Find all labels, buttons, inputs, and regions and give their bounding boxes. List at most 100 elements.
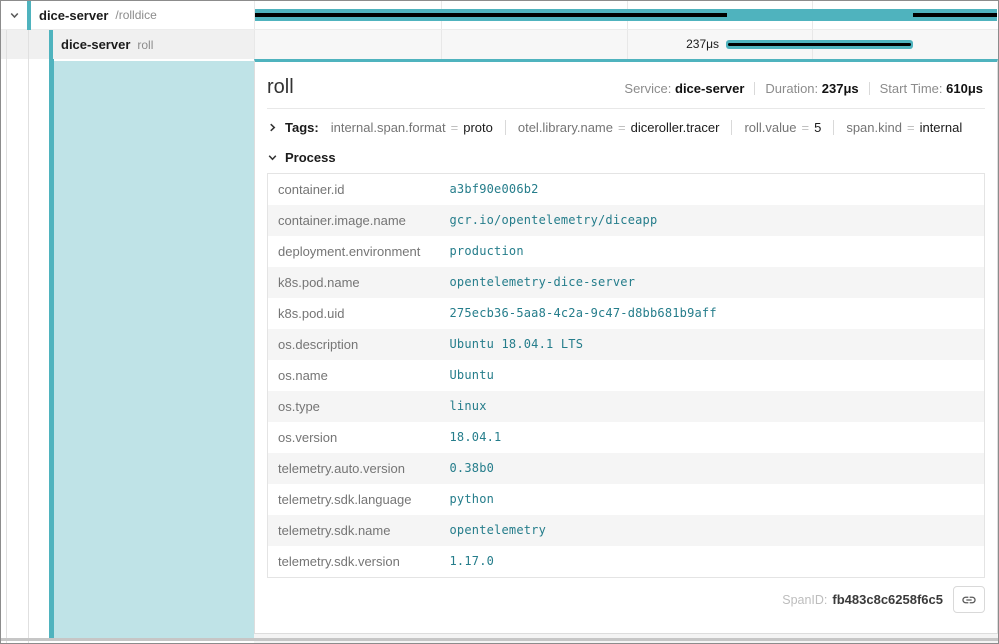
kv-value: opentelemetry-dice-server bbox=[440, 267, 985, 298]
span-row-rolldice[interactable]: dice-server /rolldice bbox=[1, 1, 998, 30]
timeline-row-root bbox=[254, 1, 998, 29]
start-time-label: Start Time: bbox=[880, 81, 943, 96]
tag-value: proto bbox=[463, 120, 493, 135]
table-row: os.version18.04.1 bbox=[268, 422, 985, 453]
table-row: k8s.pod.nameopentelemetry-dice-server bbox=[268, 267, 985, 298]
chevron-down-icon[interactable] bbox=[267, 152, 278, 163]
table-row: os.nameUbuntu bbox=[268, 360, 985, 391]
tags-label: Tags: bbox=[285, 120, 319, 135]
tag-equals: = bbox=[618, 120, 626, 135]
tag-key: roll.value bbox=[744, 120, 796, 135]
detail-header: roll Service: dice-server Duration: 237μs… bbox=[255, 62, 997, 99]
tag-separator bbox=[505, 120, 506, 135]
tag-key: otel.library.name bbox=[518, 120, 613, 135]
tag-equals: = bbox=[907, 120, 915, 135]
kv-value: Ubuntu bbox=[440, 360, 985, 391]
process-label: Process bbox=[285, 150, 336, 165]
tag-equals: = bbox=[802, 120, 810, 135]
duration-label: Duration: bbox=[765, 81, 818, 96]
timeline-row-child: 237μs bbox=[254, 30, 998, 59]
table-row: k8s.pod.uid275ecb36-5aa8-4c2a-9c47-d8bb6… bbox=[268, 298, 985, 329]
trace-detail-view: dice-server /rolldice dice-server roll 2… bbox=[0, 0, 999, 644]
table-row: telemetry.sdk.nameopentelemetry bbox=[268, 515, 985, 546]
indent-guide bbox=[6, 30, 7, 59]
tag-item: roll.value = 5 bbox=[744, 120, 821, 135]
kv-value: a3bf90e006b2 bbox=[440, 174, 985, 206]
service-value: dice-server bbox=[675, 81, 744, 96]
kv-key: os.description bbox=[268, 329, 440, 360]
spanid-label: SpanID: bbox=[782, 593, 827, 607]
table-row: os.descriptionUbuntu 18.04.1 LTS bbox=[268, 329, 985, 360]
tag-key: span.kind bbox=[846, 120, 902, 135]
service-label: Service: bbox=[624, 81, 671, 96]
operation-name: roll bbox=[137, 38, 153, 52]
collapse-chevron-icon[interactable] bbox=[9, 10, 20, 21]
duration-value: 237μs bbox=[822, 81, 859, 96]
kv-key: telemetry.sdk.version bbox=[268, 546, 440, 578]
process-kv-table: container.ida3bf90e006b2 container.image… bbox=[267, 173, 985, 578]
kv-value: 0.38b0 bbox=[440, 453, 985, 484]
separator bbox=[869, 82, 870, 95]
span-row-roll-selected[interactable]: dice-server roll 237μs bbox=[1, 30, 998, 59]
child-span-bar[interactable] bbox=[726, 40, 913, 49]
kv-value: gcr.io/opentelemetry/diceapp bbox=[440, 205, 985, 236]
kv-key: telemetry.auto.version bbox=[268, 453, 440, 484]
kv-key: deployment.environment bbox=[268, 236, 440, 267]
copy-span-link-button[interactable] bbox=[953, 586, 985, 613]
kv-value: linux bbox=[440, 391, 985, 422]
detail-footer: SpanID: fb483c8c6258f6c5 bbox=[255, 578, 997, 621]
kv-key: k8s.pod.uid bbox=[268, 298, 440, 329]
span-color-block bbox=[49, 30, 53, 59]
kv-value: 18.04.1 bbox=[440, 422, 985, 453]
table-row: container.ida3bf90e006b2 bbox=[268, 174, 985, 206]
table-row: os.typelinux bbox=[268, 391, 985, 422]
tag-item: span.kind = internal bbox=[846, 120, 962, 135]
span-color-fill bbox=[54, 61, 254, 638]
tags-section-toggle[interactable]: Tags: internal.span.format = proto otel.… bbox=[255, 109, 997, 140]
span-color-block bbox=[27, 1, 31, 30]
tag-separator bbox=[731, 120, 732, 135]
span-title: roll bbox=[267, 76, 294, 99]
kv-key: container.id bbox=[268, 174, 440, 206]
kv-value: 275ecb36-5aa8-4c2a-9c47-d8bb681b9aff bbox=[440, 298, 985, 329]
chevron-right-icon[interactable] bbox=[267, 122, 278, 133]
kv-key: os.type bbox=[268, 391, 440, 422]
root-span-bar[interactable] bbox=[255, 9, 997, 21]
kv-key: k8s.pod.name bbox=[268, 267, 440, 298]
span-detail-region: roll Service: dice-server Duration: 237μs… bbox=[1, 59, 998, 643]
service-name: dice-server bbox=[61, 37, 130, 52]
kv-value: 1.17.0 bbox=[440, 546, 985, 578]
spanid-value: fb483c8c6258f6c5 bbox=[832, 592, 943, 607]
span-name-column[interactable]: dice-server /rolldice bbox=[1, 1, 254, 29]
tag-separator bbox=[833, 120, 834, 135]
child-activity-segment bbox=[913, 13, 997, 17]
start-time-value: 610μs bbox=[946, 81, 983, 96]
tag-item: internal.span.format = proto bbox=[331, 120, 493, 135]
kv-value: python bbox=[440, 484, 985, 515]
kv-value: opentelemetry bbox=[440, 515, 985, 546]
indent-guide bbox=[6, 59, 7, 643]
kv-value: production bbox=[440, 236, 985, 267]
kv-key: container.image.name bbox=[268, 205, 440, 236]
kv-key: os.name bbox=[268, 360, 440, 391]
table-row: deployment.environmentproduction bbox=[268, 236, 985, 267]
tag-value: 5 bbox=[814, 120, 821, 135]
span-name-column[interactable]: dice-server roll bbox=[1, 30, 254, 59]
table-row: telemetry.sdk.version1.17.0 bbox=[268, 546, 985, 578]
operation-name: /rolldice bbox=[115, 8, 156, 22]
span-overview: Service: dice-server Duration: 237μs Start… bbox=[624, 81, 983, 96]
indent-guide bbox=[28, 30, 29, 59]
tag-equals: = bbox=[451, 120, 459, 135]
kv-key: telemetry.sdk.name bbox=[268, 515, 440, 546]
bottom-scroll-strip bbox=[1, 638, 998, 641]
table-row: telemetry.auto.version0.38b0 bbox=[268, 453, 985, 484]
tag-value: diceroller.tracer bbox=[631, 120, 720, 135]
child-activity-segment bbox=[255, 13, 727, 17]
tag-item: otel.library.name = diceroller.tracer bbox=[518, 120, 720, 135]
detail-left-gutter bbox=[1, 59, 254, 643]
tag-key: internal.span.format bbox=[331, 120, 446, 135]
process-section-toggle[interactable]: Process bbox=[255, 140, 997, 173]
kv-key: os.version bbox=[268, 422, 440, 453]
link-icon bbox=[961, 592, 977, 608]
service-name: dice-server bbox=[39, 8, 108, 23]
